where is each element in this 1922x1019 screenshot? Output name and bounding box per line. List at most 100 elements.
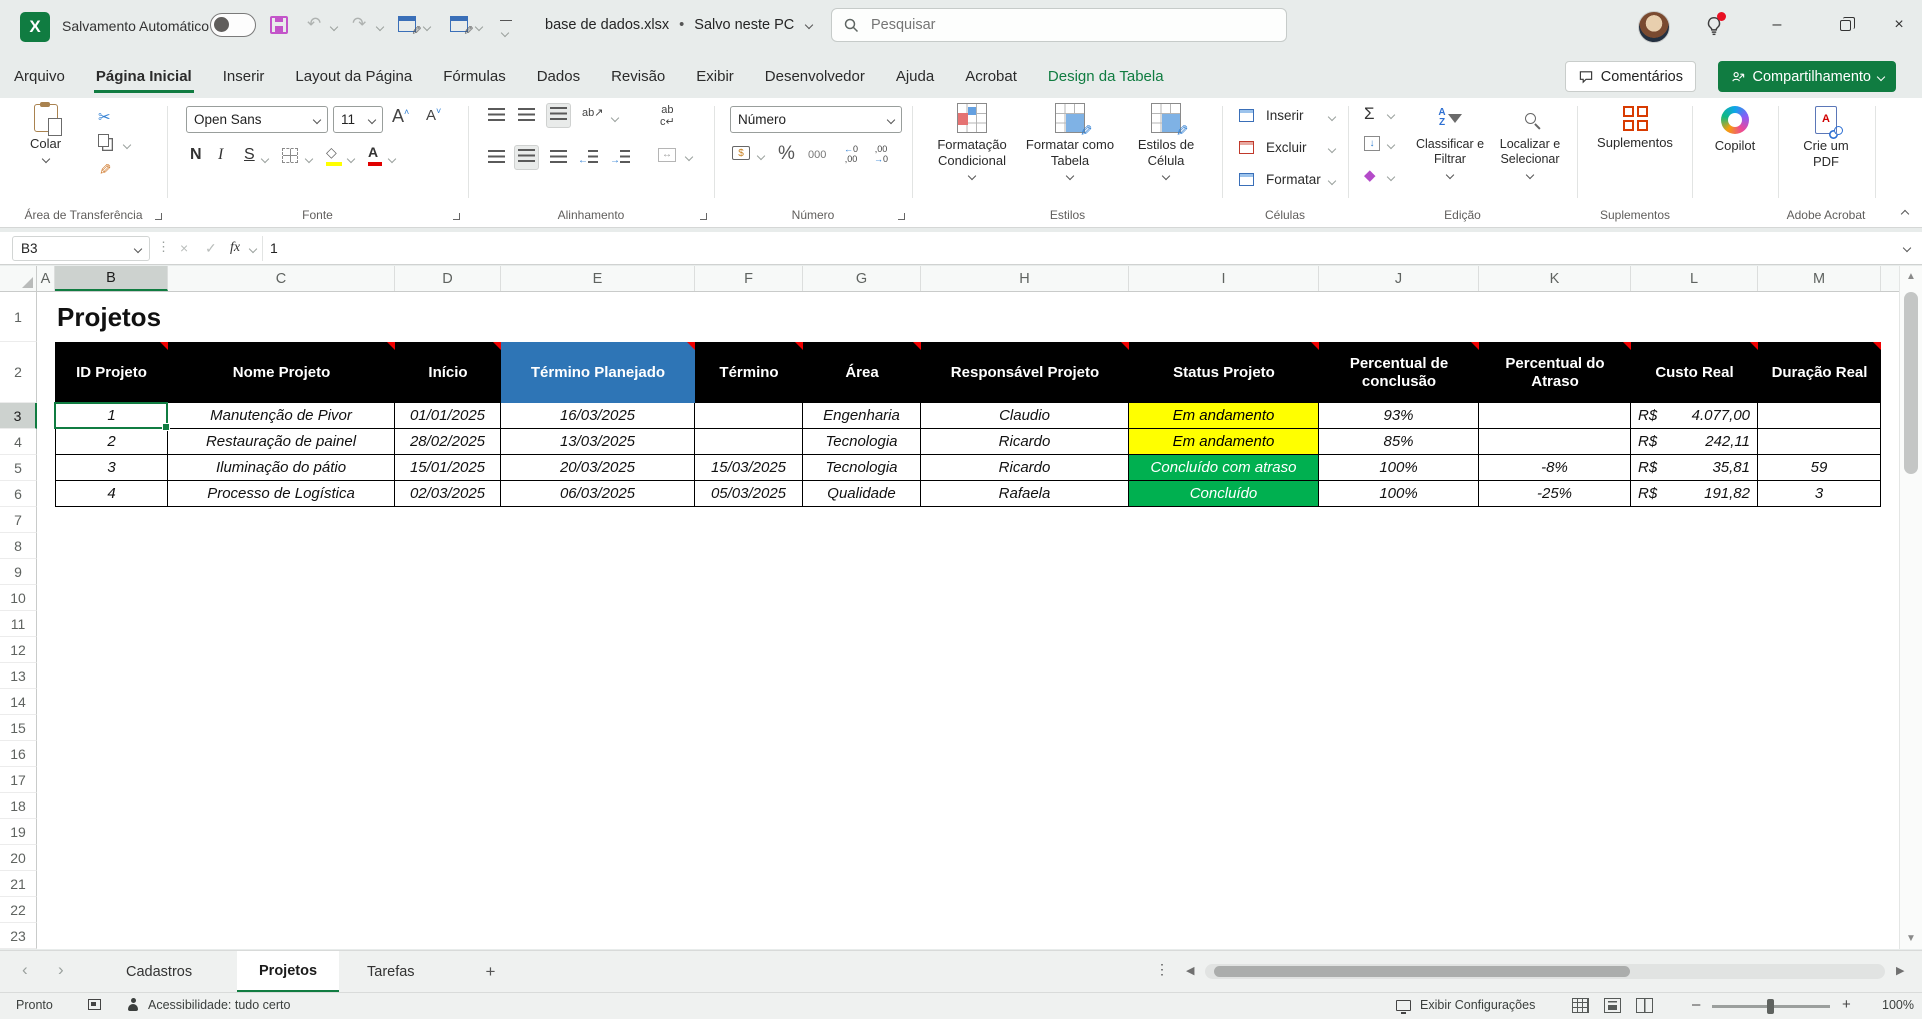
copy-icon[interactable] [98,134,109,151]
column-header-F[interactable]: F [695,266,803,291]
wrap-text-icon[interactable]: abc↵ [660,104,675,128]
table-cell[interactable] [1758,403,1881,429]
decrease-decimal-icon[interactable]: ,00→0 [874,145,888,165]
row-header-10[interactable]: 10 [0,585,37,611]
table-cell[interactable]: 20/03/2025 [501,455,695,481]
autosum-icon[interactable]: Σ [1364,104,1375,124]
spreadsheet-grid[interactable]: ABCDEFGHIJKLM123456789101112131415161718… [0,266,1899,949]
table-cell[interactable]: 02/03/2025 [395,481,501,507]
undo-chevron-icon[interactable] [330,23,338,31]
table-header-cell[interactable]: Custo Real [1631,342,1758,403]
tab-exibir[interactable]: Exibir [694,60,736,93]
number-format-select[interactable]: Número [730,106,902,133]
column-header-K[interactable]: K [1479,266,1631,291]
close-button[interactable]: × [1876,0,1922,50]
table-cell[interactable]: 59 [1758,455,1881,481]
tab-dados[interactable]: Dados [535,60,582,93]
align-left-icon[interactable] [488,150,505,167]
font-color-icon[interactable]: A [368,144,382,166]
macro-record-icon[interactable] [88,999,101,1010]
copy-chevron-icon[interactable] [123,141,131,149]
share-button[interactable]: Compartilhamento [1718,61,1896,92]
next-sheet-icon[interactable]: › [58,960,64,980]
tab-ajuda[interactable]: Ajuda [894,60,936,93]
font-name-select[interactable]: Open Sans [186,106,328,133]
table-cell[interactable]: Qualidade [803,481,921,507]
table-style-chevron-icon[interactable] [475,23,483,31]
font-color-chevron-icon[interactable] [388,155,396,163]
scroll-left-icon[interactable]: ◀ [1186,964,1194,977]
restore-button[interactable] [1822,0,1868,50]
table-cell[interactable]: R$35,81 [1631,455,1758,481]
fill-down-icon[interactable]: ↓ [1364,136,1380,151]
decrease-font-icon[interactable]: A˅ [426,106,441,124]
table-cell[interactable]: 100% [1319,481,1479,507]
clear-chevron-icon[interactable] [1387,173,1395,181]
borders-chevron-icon[interactable] [305,155,313,163]
sheet-tab-tarefas[interactable]: Tarefas [345,951,437,992]
column-header-C[interactable]: C [168,266,395,291]
table-cell[interactable]: Ricardo [921,455,1129,481]
table-cell[interactable]: Iluminação do pátio [168,455,395,481]
table-cell[interactable]: 2 [55,429,168,455]
copilot-button[interactable]: Copilot [1704,106,1766,154]
table-header-cell[interactable]: Início [395,342,501,403]
row-header-1[interactable]: 1 [0,292,37,342]
insert-cells-button[interactable]: Inserir [1239,108,1304,123]
table-cell[interactable]: -25% [1479,481,1631,507]
tab-arquivo[interactable]: Arquivo [12,60,67,93]
sheet-tab-projetos[interactable]: Projetos [237,951,339,992]
table-style-icon[interactable] [450,16,468,32]
table-header-cell[interactable]: ID Projeto [55,342,168,403]
row-header-19[interactable]: 19 [0,819,37,845]
page-break-view-icon[interactable] [1636,998,1653,1013]
table-cell[interactable]: 3 [1758,481,1881,507]
increase-indent-icon[interactable]: → [610,150,630,167]
borders-icon[interactable] [282,148,298,163]
row-header-18[interactable]: 18 [0,793,37,819]
table-cell[interactable] [695,429,803,455]
tab-acrobat[interactable]: Acrobat [963,60,1019,93]
accessibility-status[interactable]: Acessibilidade: tudo certo [148,998,290,1012]
conditional-formatting-button[interactable]: Formatação Condicional [925,103,1019,179]
tab-layout-da-pagina[interactable]: Layout da Página [293,60,414,93]
orientation-icon[interactable]: ab↗ [582,106,603,119]
align-top-icon[interactable] [488,108,505,125]
table-header-cell[interactable]: Término [695,342,803,403]
cancel-entry-icon[interactable]: × [180,240,188,256]
row-header-12[interactable]: 12 [0,637,37,663]
row-header-23[interactable]: 23 [0,923,37,949]
collapse-ribbon-icon[interactable] [1901,210,1909,218]
table-cell[interactable]: R$4.077,00 [1631,403,1758,429]
table-cell[interactable]: 28/02/2025 [395,429,501,455]
sheet-tab-cadastros[interactable]: Cadastros [104,951,214,992]
find-select-button[interactable]: Localizar e Selecionar [1492,103,1568,178]
autosum-chevron-icon[interactable] [1387,111,1395,119]
table-cell[interactable]: Processo de Logística [168,481,395,507]
delete-cells-button[interactable]: Excluir [1239,140,1307,155]
row-header-22[interactable]: 22 [0,897,37,923]
normal-view-icon[interactable] [1572,998,1589,1013]
paste-button[interactable]: Colar [30,104,61,162]
zoom-slider[interactable] [1712,1005,1830,1008]
table-cell[interactable]: -8% [1479,455,1631,481]
confirm-entry-icon[interactable]: ✓ [205,240,217,257]
column-header-L[interactable]: L [1631,266,1758,291]
horizontal-scroll-thumb[interactable] [1214,966,1630,977]
column-header-J[interactable]: J [1319,266,1479,291]
increase-font-icon[interactable]: A˄ [392,106,409,127]
vertical-scroll-thumb[interactable] [1904,292,1918,474]
table-cell[interactable]: 1 [55,403,168,429]
align-right-icon[interactable] [550,150,567,167]
column-header-I[interactable]: I [1129,266,1319,291]
table-cell[interactable]: Concluído com atraso [1129,455,1319,481]
format-cells-chevron-icon[interactable] [1328,177,1336,185]
sheet-title-cell[interactable]: Projetos [57,292,161,342]
cell-styles-button[interactable]: Estilos de Célula [1121,103,1211,179]
column-header-E[interactable]: E [501,266,695,291]
vertical-scrollbar[interactable]: ▲ ▼ [1899,266,1922,949]
scroll-down-icon[interactable]: ▼ [1906,933,1916,944]
bold-button[interactable]: N [190,146,202,164]
table-cell[interactable] [1479,403,1631,429]
column-header-A[interactable]: A [37,266,55,291]
